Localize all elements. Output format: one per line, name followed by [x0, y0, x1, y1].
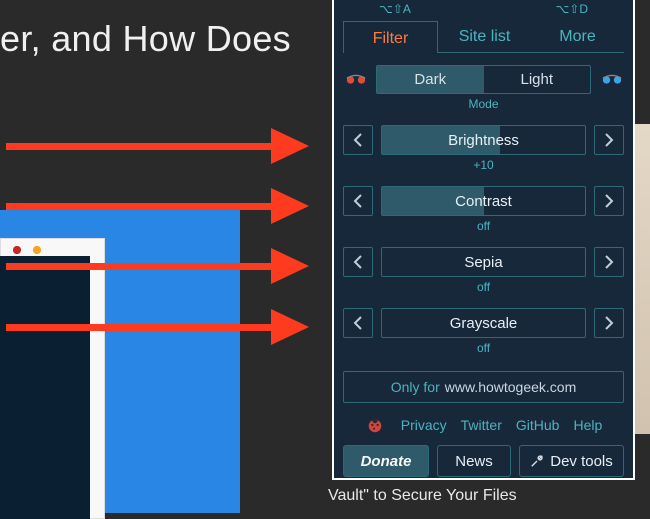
contrast-decrease[interactable]	[343, 186, 373, 216]
sepia-label: Sepia	[464, 254, 502, 271]
only-for-prefix: Only for	[391, 379, 440, 395]
brightness-slider[interactable]: Brightness	[381, 125, 586, 155]
tab-more[interactable]: More	[531, 20, 624, 52]
grayscale-decrease[interactable]	[343, 308, 373, 338]
devtools-button[interactable]: Dev tools	[519, 445, 624, 477]
goggles-left-icon[interactable]	[343, 67, 368, 92]
wrench-icon	[530, 454, 544, 468]
only-for-domain: www.howtogeek.com	[445, 379, 577, 395]
brightness-increase[interactable]	[594, 125, 624, 155]
grayscale-value: off	[343, 341, 624, 355]
donate-button[interactable]: Donate	[343, 445, 429, 477]
devtools-label: Dev tools	[550, 453, 613, 470]
link-twitter[interactable]: Twitter	[461, 417, 502, 433]
brightness-decrease[interactable]	[343, 125, 373, 155]
grayscale-slider[interactable]: Grayscale	[381, 308, 586, 338]
contrast-increase[interactable]	[594, 186, 624, 216]
background-article-title: er, and How Does	[0, 18, 291, 60]
grayscale-label: Grayscale	[450, 315, 518, 332]
only-for-site-button[interactable]: Only for www.howtogeek.com	[343, 371, 624, 403]
link-privacy[interactable]: Privacy	[401, 417, 447, 433]
grayscale-increase[interactable]	[594, 308, 624, 338]
brightness-value: +10	[343, 158, 624, 172]
link-github[interactable]: GitHub	[516, 417, 560, 433]
sepia-slider[interactable]: Sepia	[381, 247, 586, 277]
contrast-label: Contrast	[455, 193, 512, 210]
sepia-increase[interactable]	[594, 247, 624, 277]
shortcut-right: ⌥⇧D	[555, 2, 588, 16]
sepia-decrease[interactable]	[343, 247, 373, 277]
contrast-value: off	[343, 219, 624, 233]
mode-dark-button[interactable]: Dark	[377, 66, 484, 93]
ladybug-icon	[365, 415, 385, 435]
sepia-value: off	[343, 280, 624, 294]
tab-site-list[interactable]: Site list	[438, 20, 531, 52]
contrast-slider[interactable]: Contrast	[381, 186, 586, 216]
news-button[interactable]: News	[437, 445, 511, 477]
background-side-preview	[633, 124, 650, 434]
tab-bar: Filter Site list More	[343, 20, 624, 53]
darkreader-panel: ⌥⇧A ⌥⇧D Filter Site list More Dark Light…	[334, 0, 633, 478]
link-help[interactable]: Help	[573, 417, 602, 433]
tab-filter[interactable]: Filter	[343, 21, 438, 53]
shortcut-left: ⌥⇧A	[379, 2, 411, 16]
mode-light-button[interactable]: Light	[484, 66, 591, 93]
background-vault-caption: Vault" to Secure Your Files	[328, 487, 517, 505]
mode-toggle: Dark Light	[376, 65, 591, 94]
brightness-label: Brightness	[448, 132, 519, 149]
goggles-right-icon[interactable]	[599, 67, 624, 92]
mode-label: Mode	[343, 97, 624, 111]
